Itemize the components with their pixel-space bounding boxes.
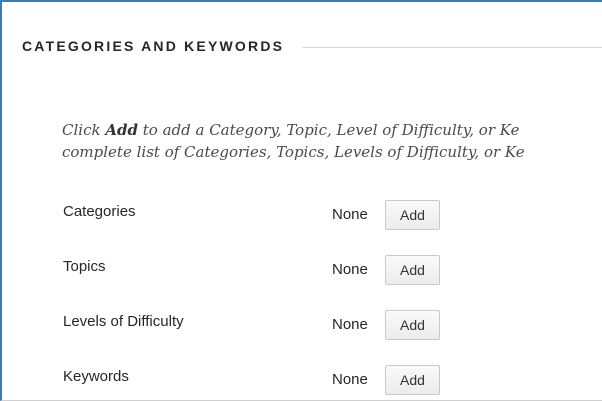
instructions-prefix: Click — [62, 121, 106, 139]
instructions-add-emphasis: Add — [105, 121, 138, 139]
row-categories: Categories None Add — [2, 198, 602, 232]
levels-of-difficulty-value: None — [332, 316, 368, 333]
add-keyword-button[interactable]: Add — [385, 365, 440, 395]
levels-of-difficulty-label: Levels of Difficulty — [63, 313, 184, 330]
instructions-text: Click Add to add a Category, Topic, Leve… — [62, 119, 602, 163]
row-topics: Topics None Add — [2, 253, 602, 287]
categories-label: Categories — [63, 203, 136, 220]
add-topic-button[interactable]: Add — [385, 255, 440, 285]
categories-value: None — [332, 206, 368, 223]
add-level-of-difficulty-button[interactable]: Add — [385, 310, 440, 340]
section-header: CATEGORIES AND KEYWORDS — [22, 38, 602, 54]
instructions-line-2: complete list of Categories, Topics, Lev… — [62, 143, 525, 161]
topics-value: None — [332, 261, 368, 278]
keywords-label: Keywords — [63, 368, 129, 385]
instructions-suffix: to add a Category, Topic, Level of Diffi… — [137, 121, 520, 139]
keywords-value: None — [332, 371, 368, 388]
instructions-line-1: Click Add to add a Category, Topic, Leve… — [62, 119, 602, 141]
topics-label: Topics — [63, 258, 106, 275]
add-category-button[interactable]: Add — [385, 200, 440, 230]
row-keywords: Keywords None Add — [2, 363, 602, 397]
section-divider — [302, 46, 602, 48]
row-levels-of-difficulty: Levels of Difficulty None Add — [2, 308, 602, 342]
section-title: CATEGORIES AND KEYWORDS — [22, 38, 285, 54]
categories-keywords-panel: CATEGORIES AND KEYWORDS Click Add to add… — [0, 0, 602, 401]
